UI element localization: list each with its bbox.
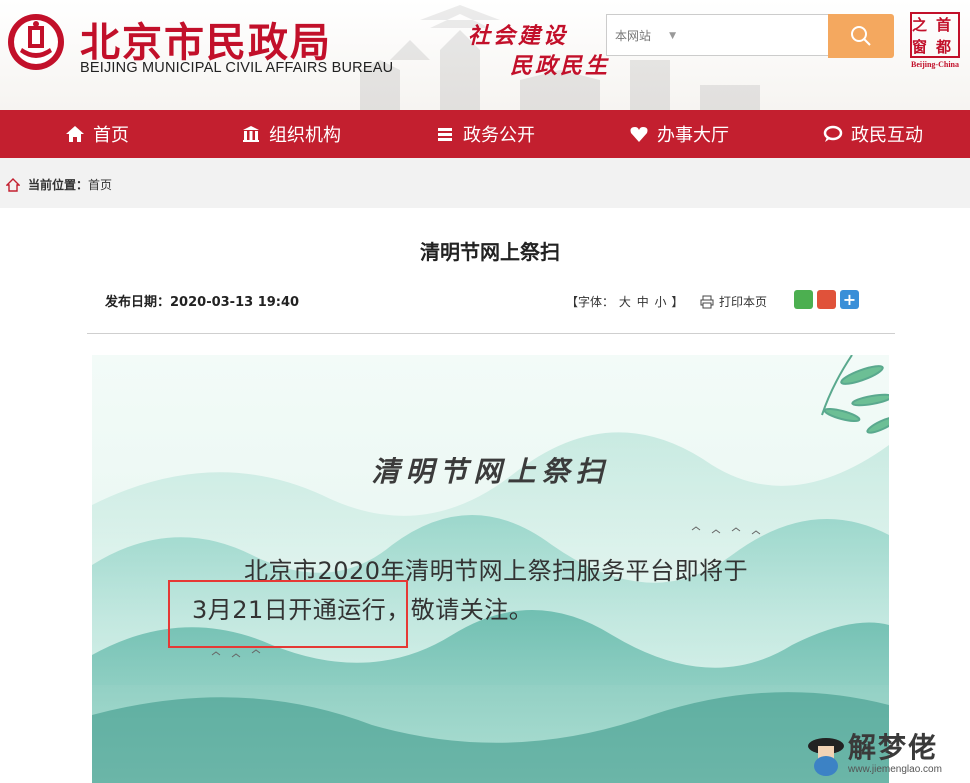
search-input[interactable] bbox=[682, 14, 828, 56]
capital-window-char-1: 之 bbox=[912, 16, 928, 34]
highlight-box bbox=[168, 580, 408, 648]
home-outline-icon bbox=[6, 177, 20, 192]
stack-icon bbox=[438, 128, 452, 141]
nav-item-label: 政务公开 bbox=[463, 125, 535, 146]
weibo-share-icon[interactable] bbox=[817, 290, 836, 309]
search-icon bbox=[851, 26, 871, 46]
watermark-text: 解梦佬 bbox=[848, 731, 939, 764]
wechat-share-icon[interactable] bbox=[794, 290, 813, 309]
nav-item-organization[interactable]: 组织机构 bbox=[194, 110, 388, 158]
slogan-line-1: 社会建设 bbox=[468, 23, 569, 49]
heart-icon bbox=[630, 127, 648, 142]
site-title-en: BEIJING MUNICIPAL CIVIL AFFAIRS BUREAU bbox=[80, 60, 394, 76]
nav-item-service-hall[interactable]: 办事大厅 bbox=[582, 110, 776, 158]
breadcrumb-label: 当前位置： bbox=[28, 178, 89, 192]
bureau-logo-icon[interactable] bbox=[6, 12, 66, 72]
breadcrumb-bar bbox=[0, 158, 970, 208]
more-share-icon[interactable]: + bbox=[840, 290, 859, 309]
share-buttons: + bbox=[794, 290, 859, 309]
font-size-label-open: 【字体： bbox=[566, 295, 615, 309]
home-icon bbox=[66, 126, 84, 142]
font-size-label-close: 】 bbox=[671, 295, 684, 309]
nav-item-label: 政民互动 bbox=[851, 125, 923, 146]
search-bar: 本网站 ▼ bbox=[606, 14, 894, 58]
caret-down-icon: ▼ bbox=[669, 31, 676, 41]
capital-window-logo[interactable]: 之 首 窗 都 Beijing-China bbox=[906, 10, 964, 72]
search-button[interactable] bbox=[828, 14, 894, 58]
font-size-control: 【字体： 大 中 小 】 bbox=[566, 293, 683, 310]
publish-date-label: 发布日期： bbox=[105, 295, 171, 310]
print-button[interactable]: 打印本页 bbox=[700, 293, 767, 310]
capital-window-en: Beijing-China bbox=[910, 60, 959, 69]
chat-icon bbox=[823, 125, 843, 142]
nav-item-label: 组织机构 bbox=[269, 125, 341, 146]
article-title: 清明节网上祭扫 bbox=[420, 240, 560, 264]
search-scope-value: 本网站 bbox=[615, 29, 652, 43]
poster-image: 清明节网上祭扫 北京市2020年清明节网上祭扫服务平台即将于 3月21日开通运行… bbox=[92, 355, 889, 783]
capital-window-char-2: 首 bbox=[936, 16, 952, 34]
capital-window-char-3: 窗 bbox=[912, 38, 928, 56]
poster-title: 清明节网上祭扫 bbox=[371, 455, 610, 488]
breadcrumb-link-home[interactable]: 首页 bbox=[88, 176, 112, 193]
capital-window-char-4: 都 bbox=[936, 38, 952, 56]
nav-item-label: 首页 bbox=[93, 125, 129, 146]
nav-item-interaction[interactable]: 政民互动 bbox=[776, 110, 970, 158]
nav-item-government-affairs[interactable]: 政务公开 bbox=[388, 110, 582, 158]
font-size-medium-button[interactable]: 中 bbox=[637, 295, 649, 309]
printer-icon bbox=[700, 295, 714, 308]
print-label: 打印本页 bbox=[719, 295, 768, 309]
font-size-large-button[interactable]: 大 bbox=[619, 295, 631, 309]
publish-date-value: 2020-03-13 19:40 bbox=[170, 295, 300, 310]
meta-divider bbox=[87, 333, 895, 334]
breadcrumb: 当前位置： 首页 bbox=[6, 176, 112, 193]
watermark-url: www.jiemenglao.com bbox=[848, 764, 942, 775]
slogan-line-2: 民政民生 bbox=[510, 53, 611, 79]
search-scope-select[interactable]: 本网站 ▼ bbox=[606, 14, 682, 56]
nav-item-label: 办事大厅 bbox=[657, 125, 729, 146]
main-nav: 首页 组织机构 政务公开 办事大厅 政民互动 bbox=[0, 110, 970, 158]
site-header: 北京市民政局 BEIJING MUNICIPAL CIVIL AFFAIRS B… bbox=[0, 0, 970, 110]
building-icon bbox=[243, 126, 259, 142]
publish-date: 发布日期：2020-03-13 19:40 bbox=[105, 291, 299, 310]
font-size-small-button[interactable]: 小 bbox=[655, 295, 667, 309]
nav-item-home[interactable]: 首页 bbox=[0, 110, 194, 158]
